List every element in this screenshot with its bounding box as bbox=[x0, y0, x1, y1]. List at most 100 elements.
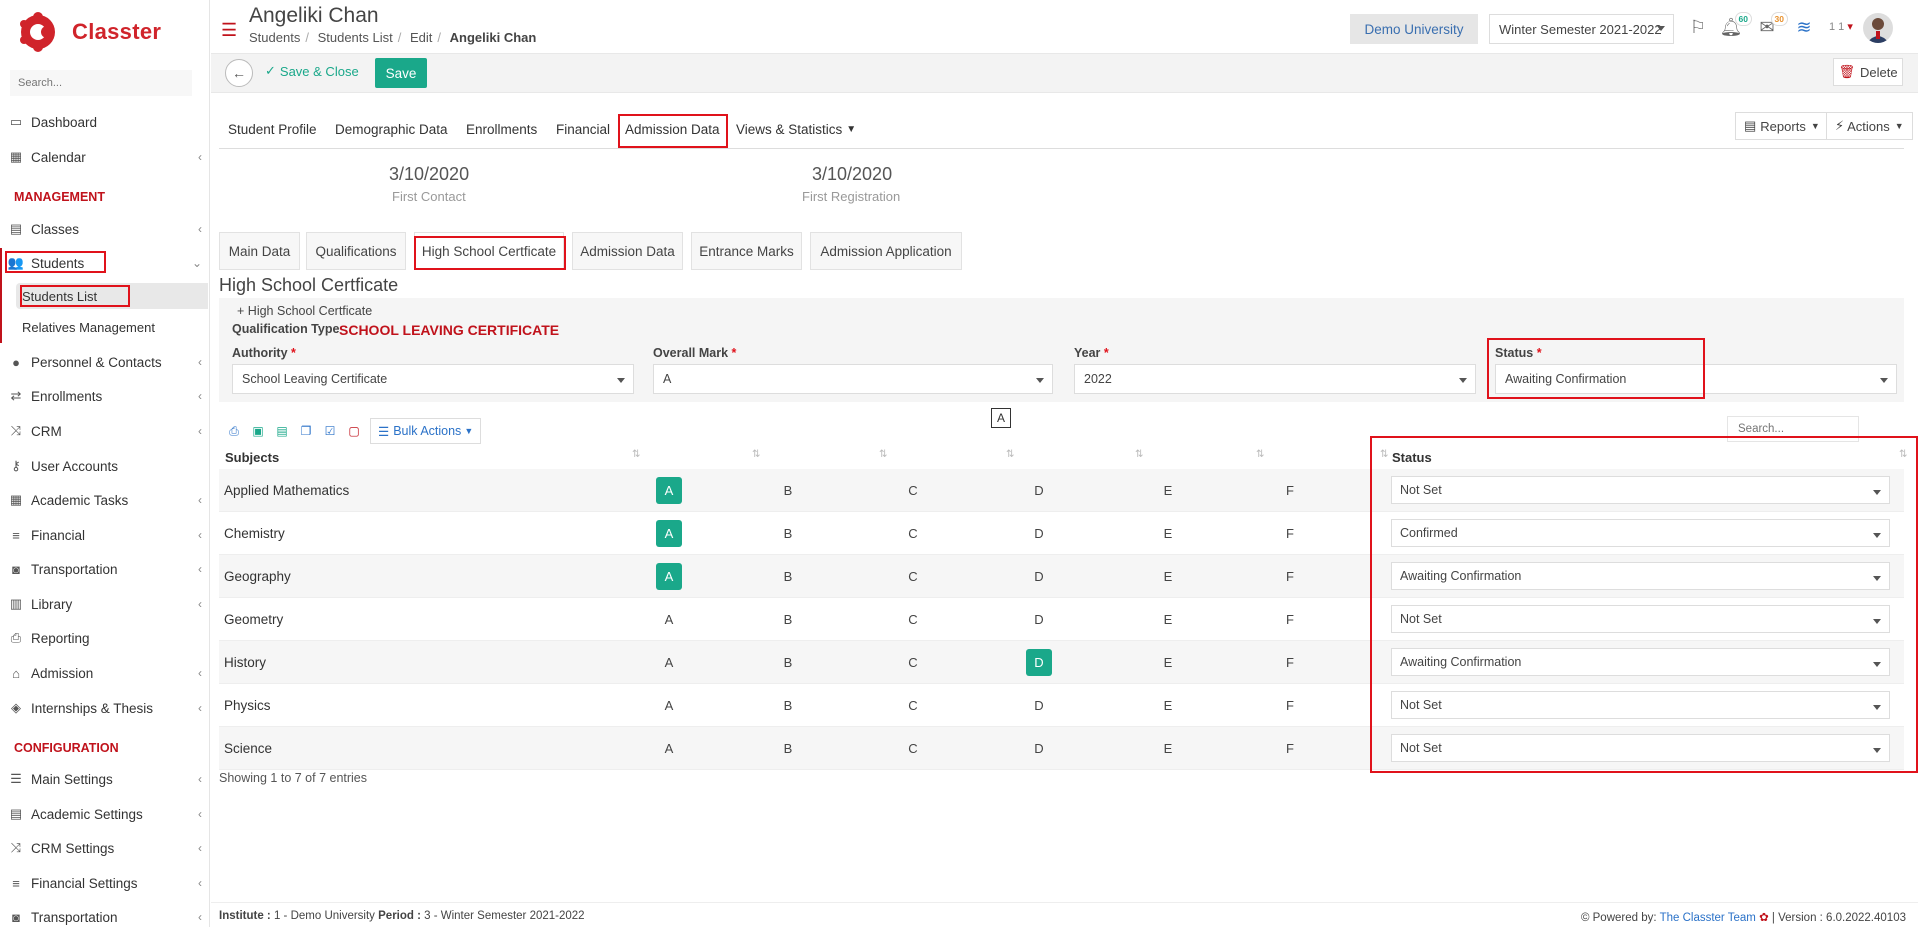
sidebar-item-crm[interactable]: ⤨ CRM ‹ bbox=[0, 417, 208, 445]
sidebar-item-transportation[interactable]: ◙ Transportation ‹ bbox=[0, 555, 208, 583]
grade-option-c[interactable]: C bbox=[900, 598, 926, 641]
subtab-high-school-certficate[interactable]: High School Certficate bbox=[414, 232, 564, 270]
sidebar-item-academic-settings[interactable]: ▤ Academic Settings ‹ bbox=[0, 800, 208, 828]
sidebar-item-academic-tasks[interactable]: ▦ Academic Tasks ‹ bbox=[0, 486, 208, 514]
status-select[interactable]: Awaiting Confirmation bbox=[1495, 364, 1897, 394]
subtab-entrance-marks[interactable]: Entrance Marks bbox=[691, 232, 802, 270]
grade-option-d[interactable]: D bbox=[1026, 555, 1052, 598]
grade-option-f[interactable]: F bbox=[1277, 469, 1303, 512]
tab-views-statistics[interactable]: Views & Statistics ▼ bbox=[736, 112, 856, 146]
breadcrumb-students-list[interactable]: Students List bbox=[318, 30, 393, 45]
grade-option-d[interactable]: D bbox=[1026, 469, 1052, 512]
row-status-select[interactable]: Not Set bbox=[1391, 605, 1890, 633]
tab-financial[interactable]: Financial bbox=[556, 112, 610, 146]
layers-icon[interactable]: ≋ bbox=[1791, 14, 1817, 40]
bell-icon[interactable]: 🔔︎ 60 bbox=[1718, 12, 1752, 40]
grade-option-d[interactable]: D bbox=[1026, 649, 1052, 676]
grade-option-f[interactable]: F bbox=[1277, 555, 1303, 598]
header-status[interactable]: Status bbox=[1392, 447, 1432, 467]
grade-option-e[interactable]: E bbox=[1155, 641, 1181, 684]
grade-option-a[interactable]: A bbox=[656, 520, 682, 547]
grade-option-c[interactable]: C bbox=[900, 555, 926, 598]
save-close-button[interactable]: ✓ Save & Close bbox=[265, 63, 359, 79]
grade-option-c[interactable]: C bbox=[900, 684, 926, 727]
tab-enrollments[interactable]: Enrollments bbox=[466, 112, 537, 146]
grade-option-a[interactable]: A bbox=[656, 563, 682, 590]
sidebar-item-crm-settings[interactable]: ⤨ CRM Settings ‹ bbox=[0, 834, 208, 862]
sidebar-item-main-settings[interactable]: ☰ Main Settings ‹ bbox=[0, 765, 208, 793]
grade-option-b[interactable]: B bbox=[775, 727, 801, 770]
grade-option-c[interactable]: C bbox=[900, 641, 926, 684]
check-square-icon[interactable]: ☑ bbox=[318, 419, 342, 443]
csv-icon[interactable]: ▤ bbox=[270, 419, 294, 443]
grade-option-c[interactable]: C bbox=[900, 727, 926, 770]
logo[interactable]: Classter bbox=[18, 8, 161, 56]
grade-option-c[interactable]: C bbox=[900, 512, 926, 555]
sidebar-item-internships[interactable]: ◈ Internships & Thesis ‹ bbox=[0, 694, 208, 722]
hamburger-menu-icon[interactable]: ☰ bbox=[221, 20, 237, 41]
save-button[interactable]: Save bbox=[375, 58, 427, 88]
mail-icon[interactable]: ✉ 30 bbox=[1754, 12, 1788, 40]
grade-option-d[interactable]: D bbox=[1026, 598, 1052, 641]
sort-icon[interactable]: ⇅ bbox=[1380, 449, 1388, 460]
actions-button[interactable]: ⚡︎ Actions ▼ bbox=[1826, 112, 1913, 140]
grade-option-a[interactable]: A bbox=[656, 641, 682, 684]
grade-option-b[interactable]: B bbox=[775, 684, 801, 727]
avatar[interactable] bbox=[1863, 13, 1893, 43]
sidebar-item-admission[interactable]: ⌂ Admission ‹ bbox=[0, 659, 208, 687]
grade-option-e[interactable]: E bbox=[1155, 684, 1181, 727]
breadcrumb-students[interactable]: Students bbox=[249, 30, 300, 45]
authority-select[interactable]: School Leaving Certificate bbox=[232, 364, 634, 394]
grade-option-e[interactable]: E bbox=[1155, 555, 1181, 598]
overall-mark-select[interactable]: A bbox=[653, 364, 1053, 394]
grade-option-f[interactable]: F bbox=[1277, 641, 1303, 684]
sort-icon[interactable]: ⇅ bbox=[1135, 449, 1143, 460]
row-status-select[interactable]: Not Set bbox=[1391, 476, 1890, 504]
sidebar-item-enrollments[interactable]: ⇄ Enrollments ‹ bbox=[0, 382, 208, 410]
sidebar-item-classes[interactable]: ▤ Classes ‹ bbox=[0, 215, 208, 243]
grade-option-a[interactable]: A bbox=[656, 477, 682, 504]
grade-option-c[interactable]: C bbox=[900, 469, 926, 512]
tab-demographic-data[interactable]: Demographic Data bbox=[335, 112, 448, 146]
print-icon[interactable]: ⎙ bbox=[222, 419, 246, 443]
sidebar-subitem-relatives[interactable]: Relatives Management bbox=[22, 320, 155, 335]
grade-option-d[interactable]: D bbox=[1026, 727, 1052, 770]
footer-team-link[interactable]: The Classter Team bbox=[1660, 912, 1756, 924]
subtab-qualifications[interactable]: Qualifications bbox=[306, 232, 406, 270]
grade-option-e[interactable]: E bbox=[1155, 598, 1181, 641]
row-status-select[interactable]: Awaiting Confirmation bbox=[1391, 648, 1890, 676]
grade-option-f[interactable]: F bbox=[1277, 727, 1303, 770]
subtab-main-data[interactable]: Main Data bbox=[219, 232, 300, 270]
sidebar-item-financial[interactable]: ≡ Financial ‹ bbox=[0, 521, 208, 549]
row-status-select[interactable]: Not Set bbox=[1391, 734, 1890, 762]
grade-option-a[interactable]: A bbox=[656, 684, 682, 727]
tab-student-profile[interactable]: Student Profile bbox=[228, 112, 317, 146]
sort-icon[interactable]: ⇅ bbox=[1899, 449, 1907, 460]
row-status-select[interactable]: Confirmed bbox=[1391, 519, 1890, 547]
grade-option-b[interactable]: B bbox=[775, 598, 801, 641]
tab-admission-data[interactable]: Admission Data bbox=[625, 112, 720, 146]
stop-square-icon[interactable]: ▢ bbox=[342, 419, 366, 443]
sort-icon[interactable]: ⇅ bbox=[632, 449, 640, 460]
breadcrumb-edit[interactable]: Edit bbox=[410, 30, 432, 45]
sidebar-item-transportation-settings[interactable]: ◙ Transportation ‹ bbox=[0, 903, 208, 927]
grade-option-f[interactable]: F bbox=[1277, 512, 1303, 555]
sort-icon[interactable]: ⇅ bbox=[752, 449, 760, 460]
grade-option-a[interactable]: A bbox=[656, 727, 682, 770]
user-short[interactable]: 1 1 ▾ bbox=[1829, 20, 1853, 33]
copy-icon[interactable]: ❐ bbox=[294, 419, 318, 443]
university-button[interactable]: Demo University bbox=[1350, 14, 1478, 44]
grade-option-e[interactable]: E bbox=[1155, 727, 1181, 770]
subtab-admission-data[interactable]: Admission Data bbox=[572, 232, 683, 270]
subtab-admission-application[interactable]: Admission Application bbox=[810, 232, 962, 270]
flag-icon[interactable]: ⚐ bbox=[1685, 14, 1711, 40]
sidebar-item-library[interactable]: ▥ Library ‹ bbox=[0, 590, 208, 618]
grade-option-b[interactable]: B bbox=[775, 555, 801, 598]
delete-button[interactable]: 🗑︎ Delete bbox=[1833, 58, 1903, 86]
grade-option-b[interactable]: B bbox=[775, 469, 801, 512]
row-status-select[interactable]: Awaiting Confirmation bbox=[1391, 562, 1890, 590]
sort-icon[interactable]: ⇅ bbox=[879, 449, 887, 460]
sort-icon[interactable]: ⇅ bbox=[1256, 449, 1264, 460]
grade-option-d[interactable]: D bbox=[1026, 512, 1052, 555]
header-subjects[interactable]: Subjects bbox=[225, 447, 279, 467]
